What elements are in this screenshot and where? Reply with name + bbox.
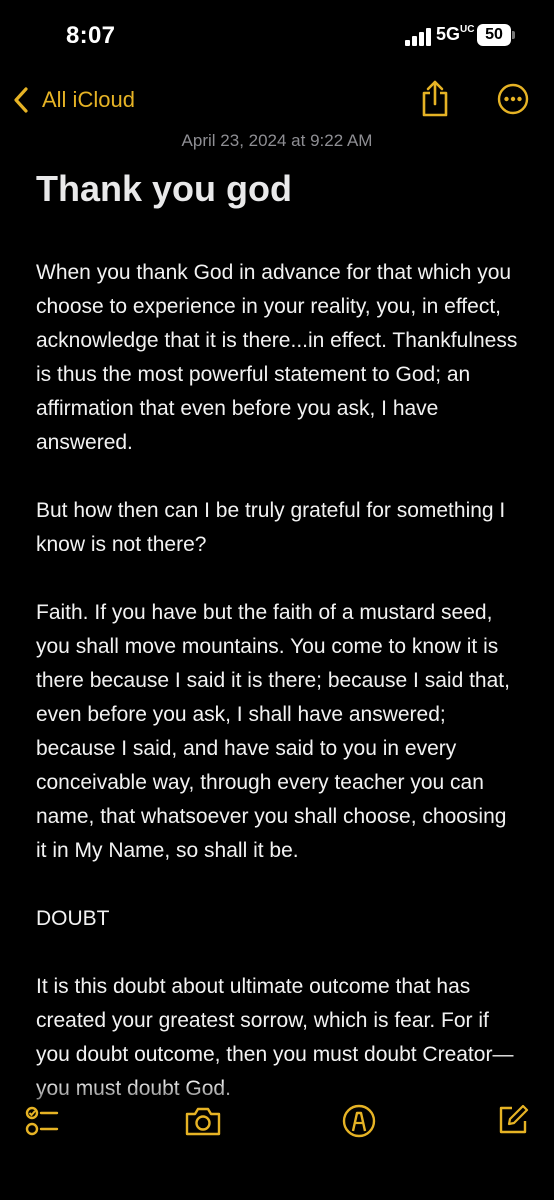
toolbar-backdrop — [0, 1080, 554, 1200]
status-time: 8:07 — [66, 22, 116, 49]
back-label: All iCloud — [42, 87, 135, 112]
compose-icon[interactable] — [496, 1103, 530, 1137]
camera-icon[interactable] — [184, 1105, 222, 1137]
note-paragraph: When you thank God in advance for that w… — [36, 261, 518, 454]
battery-icon: 50 — [477, 24, 515, 46]
back-button[interactable]: All iCloud — [12, 84, 135, 116]
nav-bar: All iCloud — [0, 72, 554, 128]
share-icon[interactable] — [420, 80, 450, 118]
note-heading-doubt: DOUBT — [36, 907, 110, 930]
battery-level: 50 — [477, 24, 511, 46]
network-type: 5GUC — [436, 24, 475, 44]
note-paragraph: Faith. If you have but the faith of a mu… — [36, 601, 510, 862]
note-title[interactable]: Thank you god — [36, 168, 292, 210]
more-options-icon[interactable] — [497, 83, 529, 115]
note-body[interactable]: When you thank God in advance for that w… — [36, 256, 518, 1140]
cellular-signal-icon — [405, 28, 433, 46]
checklist-icon[interactable] — [24, 1103, 60, 1139]
chevron-left-icon — [14, 87, 28, 113]
note-paragraph: But how then can I be truly grateful for… — [36, 499, 506, 556]
note-date: April 23, 2024 at 9:22 AM — [181, 131, 373, 150]
status-bar: 8:07 5GUC 50 — [0, 0, 554, 72]
markup-icon[interactable] — [341, 1103, 377, 1139]
